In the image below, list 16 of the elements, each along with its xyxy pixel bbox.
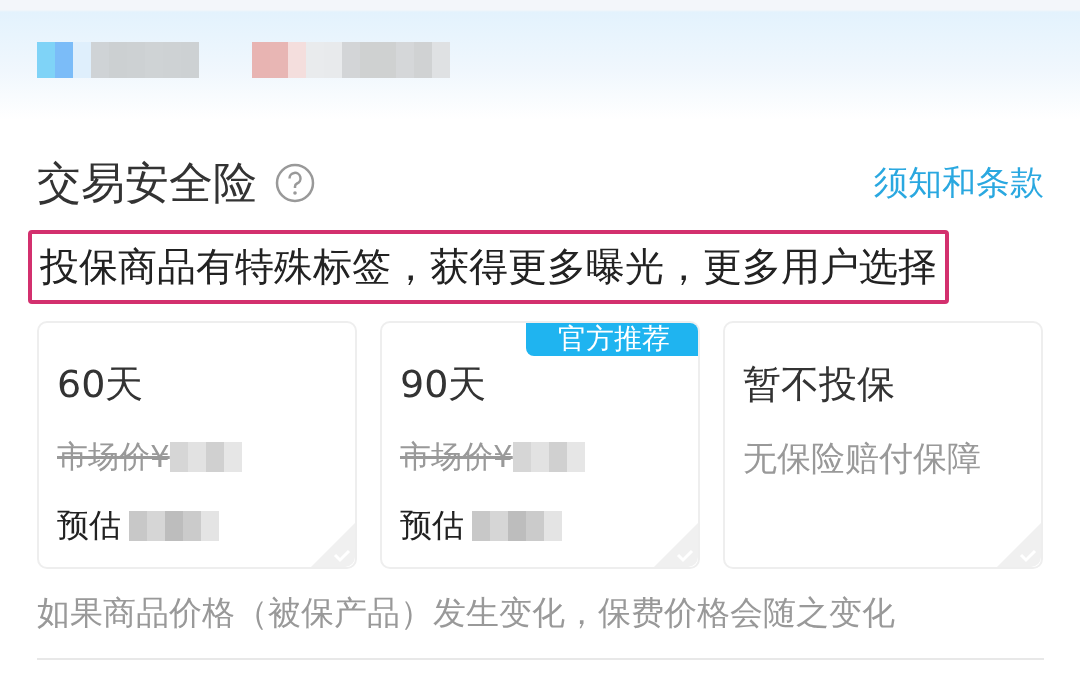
estimate-label: 预估 xyxy=(400,505,464,546)
plan-card[interactable]: 暂不投保 无保险赔付保障 xyxy=(723,321,1043,569)
plan-title: 90天 xyxy=(400,361,488,408)
plan-card[interactable]: 60天 市场价¥ 预估 xyxy=(37,321,357,569)
plan-card[interactable]: 官方推荐 90天 市场价¥ 预估 xyxy=(380,321,700,569)
footnote: 如果商品价格（被保产品）发生变化，保费价格会随之变化 xyxy=(37,592,896,634)
highlight-banner: 投保商品有特殊标签，获得更多曝光，更多用户选择 xyxy=(28,230,949,304)
market-price: 市场价¥ xyxy=(400,437,513,476)
plan-note: 无保险赔付保障 xyxy=(743,437,982,480)
help-icon[interactable] xyxy=(275,163,315,203)
recommend-badge: 官方推荐 xyxy=(526,323,698,356)
plan-title: 暂不投保 xyxy=(743,361,896,408)
estimate-label: 预估 xyxy=(57,505,121,546)
plan-title: 60天 xyxy=(57,361,145,408)
market-price: 市场价¥ xyxy=(57,437,170,476)
section-title: 交易安全险 xyxy=(37,155,257,210)
